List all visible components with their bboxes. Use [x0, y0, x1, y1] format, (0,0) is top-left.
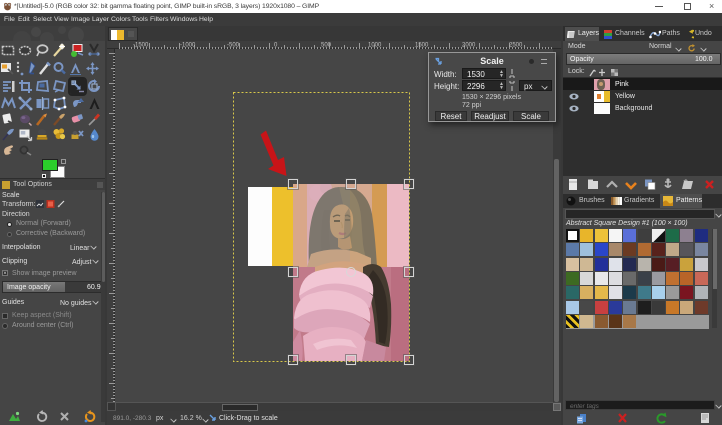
svg-text:0: 0	[274, 43, 278, 49]
svg-text:500: 500	[321, 43, 332, 49]
svg-text:1000: 1000	[368, 43, 382, 49]
svg-text:2500: 2500	[509, 43, 523, 49]
svg-text:-1000: -1000	[180, 43, 196, 49]
svg-text:2000: 2000	[462, 43, 476, 49]
svg-text:1500: 1500	[415, 43, 429, 49]
svg-text:-500: -500	[227, 43, 240, 49]
svg-text:-1500: -1500	[133, 43, 149, 49]
